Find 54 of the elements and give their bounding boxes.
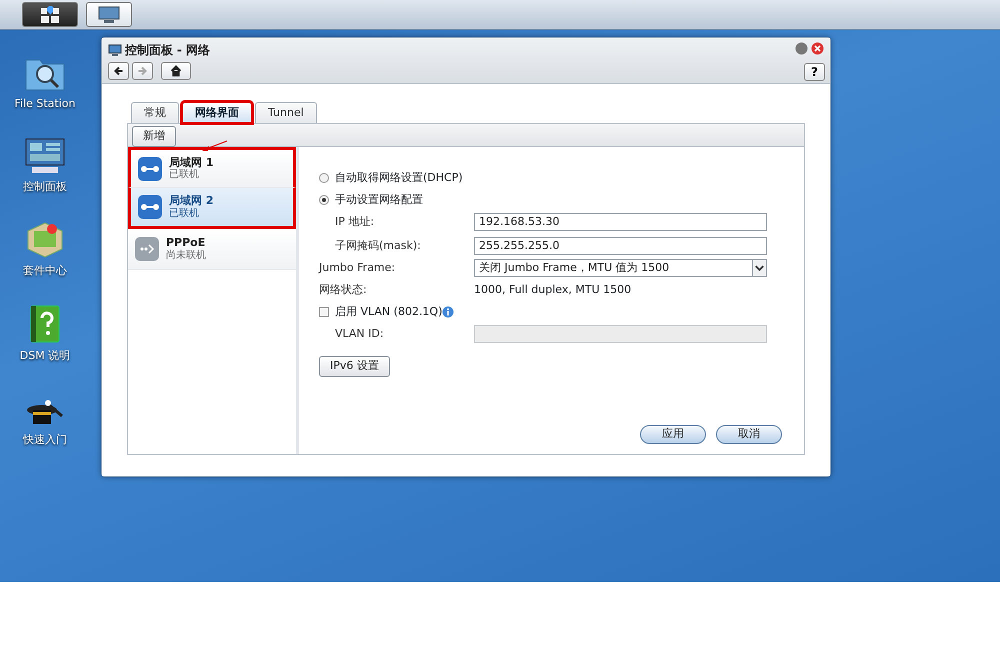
control-panel-taskbar-button[interactable] xyxy=(86,2,132,27)
tab[interactable]: 网络界面 xyxy=(182,102,252,123)
help-button[interactable]: ? xyxy=(804,63,825,81)
network-link-icon xyxy=(137,194,163,220)
radio-label: 自动取得网络设置(DHCP) xyxy=(335,170,463,186)
dialog-button[interactable]: 应用 xyxy=(640,425,706,444)
interface-status: 已联机 xyxy=(169,169,200,180)
desktop-icon-label[interactable]: File Station xyxy=(14,96,76,112)
monitor-icon xyxy=(98,6,120,24)
create-button[interactable]: 新增 xyxy=(132,126,176,146)
field-label: 网络状态: xyxy=(319,282,368,298)
field-label: VLAN ID: xyxy=(334,326,385,342)
radio-label: 手动设置网络配置 xyxy=(335,192,423,208)
interface-name: 局域网 2 xyxy=(169,195,214,208)
tab[interactable]: 常规 xyxy=(131,102,179,123)
field-label: IP 地址: xyxy=(334,214,376,230)
interface-status: 尚未联机 xyxy=(166,250,206,261)
checkbox-label: 启用 VLAN (802.1Q) xyxy=(335,304,442,320)
dropdown-value: 关闭 Jumbo Frame，MTU 值为 1500 xyxy=(479,260,670,276)
field-label: 子网掩码(mask): xyxy=(334,238,422,254)
back-button[interactable] xyxy=(108,62,129,80)
grid-icon xyxy=(39,6,61,24)
monitor-icon xyxy=(24,136,66,174)
annotation-arrow xyxy=(200,140,228,152)
desktop-icon-label[interactable]: 快速入门 xyxy=(23,432,67,448)
network-status-value: 1000, Full duplex, MTU 1500 xyxy=(474,282,632,298)
window-title: 控制面板 - 网络 xyxy=(124,42,210,59)
minimize-icon[interactable] xyxy=(795,42,808,55)
home-button[interactable] xyxy=(161,62,191,80)
interface-list-item[interactable]: 局域网 2 已联机 xyxy=(128,188,296,229)
checkbox[interactable] xyxy=(319,307,329,317)
jumbo-frame-dropdown[interactable]: 关闭 Jumbo Frame，MTU 值为 1500 xyxy=(474,259,767,277)
subnet-mask-field[interactable]: 255.255.255.0 xyxy=(474,237,767,255)
desktop-icon-label[interactable]: DSM 说明 xyxy=(20,348,70,364)
interface-name: PPPoE xyxy=(166,237,206,250)
home-icon xyxy=(169,64,183,78)
main-menu-button[interactable] xyxy=(22,2,78,27)
network-link-icon xyxy=(134,236,160,262)
info-icon[interactable] xyxy=(442,306,454,318)
ip-address-field[interactable]: 192.168.53.30 xyxy=(474,213,767,231)
close-icon[interactable] xyxy=(811,42,824,55)
desktop-icon-label[interactable]: 控制面板 xyxy=(23,178,67,195)
interface-name: 局域网 1 xyxy=(169,156,214,169)
interface-list-item[interactable]: 局域网 1 已联机 xyxy=(128,147,296,188)
interface-status: 已联机 xyxy=(169,208,200,219)
dialog-button[interactable]: 取消 xyxy=(716,425,782,444)
network-link-icon xyxy=(137,156,163,182)
radio-button[interactable] xyxy=(319,195,329,205)
radio-button[interactable] xyxy=(319,173,329,183)
monitor-icon xyxy=(108,44,122,56)
ipv6-settings-button[interactable]: IPv6 设置 xyxy=(319,356,390,376)
desktop-icon-label[interactable]: 套件中心 xyxy=(23,263,67,280)
field-label: Jumbo Frame: xyxy=(319,260,396,276)
tab[interactable]: Tunnel xyxy=(255,102,317,123)
